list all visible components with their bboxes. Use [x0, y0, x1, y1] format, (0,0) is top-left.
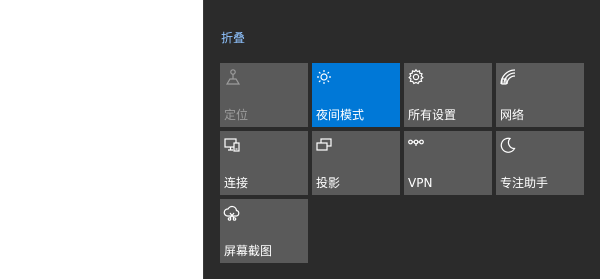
quick-actions-grid: 定位 夜间模式 所有设置 网络 连接 投影 VPN 专注助手 屏幕截图	[220, 63, 584, 263]
tile-night-light-label: 夜间模式	[316, 108, 365, 122]
tile-project[interactable]: 投影	[312, 131, 400, 195]
tile-connect-label: 连接	[224, 176, 249, 190]
gear-icon	[408, 68, 424, 85]
location-icon	[225, 69, 241, 85]
tile-location-label: 定位	[224, 108, 249, 122]
tile-location[interactable]: 定位	[220, 63, 308, 127]
screen: 折叠 定位 夜间模式 所有设置 网络 连接 投影 VPN 专注助手 屏幕截图	[0, 0, 600, 279]
tile-network[interactable]: 网络	[496, 63, 584, 127]
tile-all-settings-label: 所有设置	[408, 108, 457, 122]
screen-snip-icon	[223, 205, 240, 221]
tile-screen-snip[interactable]: 屏幕截图	[220, 199, 308, 263]
tile-vpn[interactable]: VPN	[404, 131, 492, 195]
tile-night-light[interactable]: 夜间模式	[312, 63, 400, 127]
vpn-icon	[408, 139, 424, 146]
tile-all-settings[interactable]: 所有设置	[404, 63, 492, 127]
network-icon	[500, 69, 516, 85]
night-light-icon	[317, 70, 331, 84]
tile-project-label: 投影	[316, 176, 341, 190]
project-icon	[316, 138, 332, 151]
tile-connect[interactable]: 连接	[220, 131, 308, 195]
tile-screen-snip-label: 屏幕截图	[224, 244, 273, 258]
collapse-link[interactable]: 折叠	[221, 30, 245, 46]
tile-network-label: 网络	[500, 108, 525, 122]
tile-focus-assist-label: 专注助手	[500, 176, 549, 190]
tile-vpn-label: VPN	[408, 176, 433, 190]
connect-icon	[224, 138, 240, 152]
tile-focus-assist[interactable]: 专注助手	[496, 131, 584, 195]
desktop-area	[0, 0, 203, 279]
focus-assist-icon	[500, 137, 516, 153]
